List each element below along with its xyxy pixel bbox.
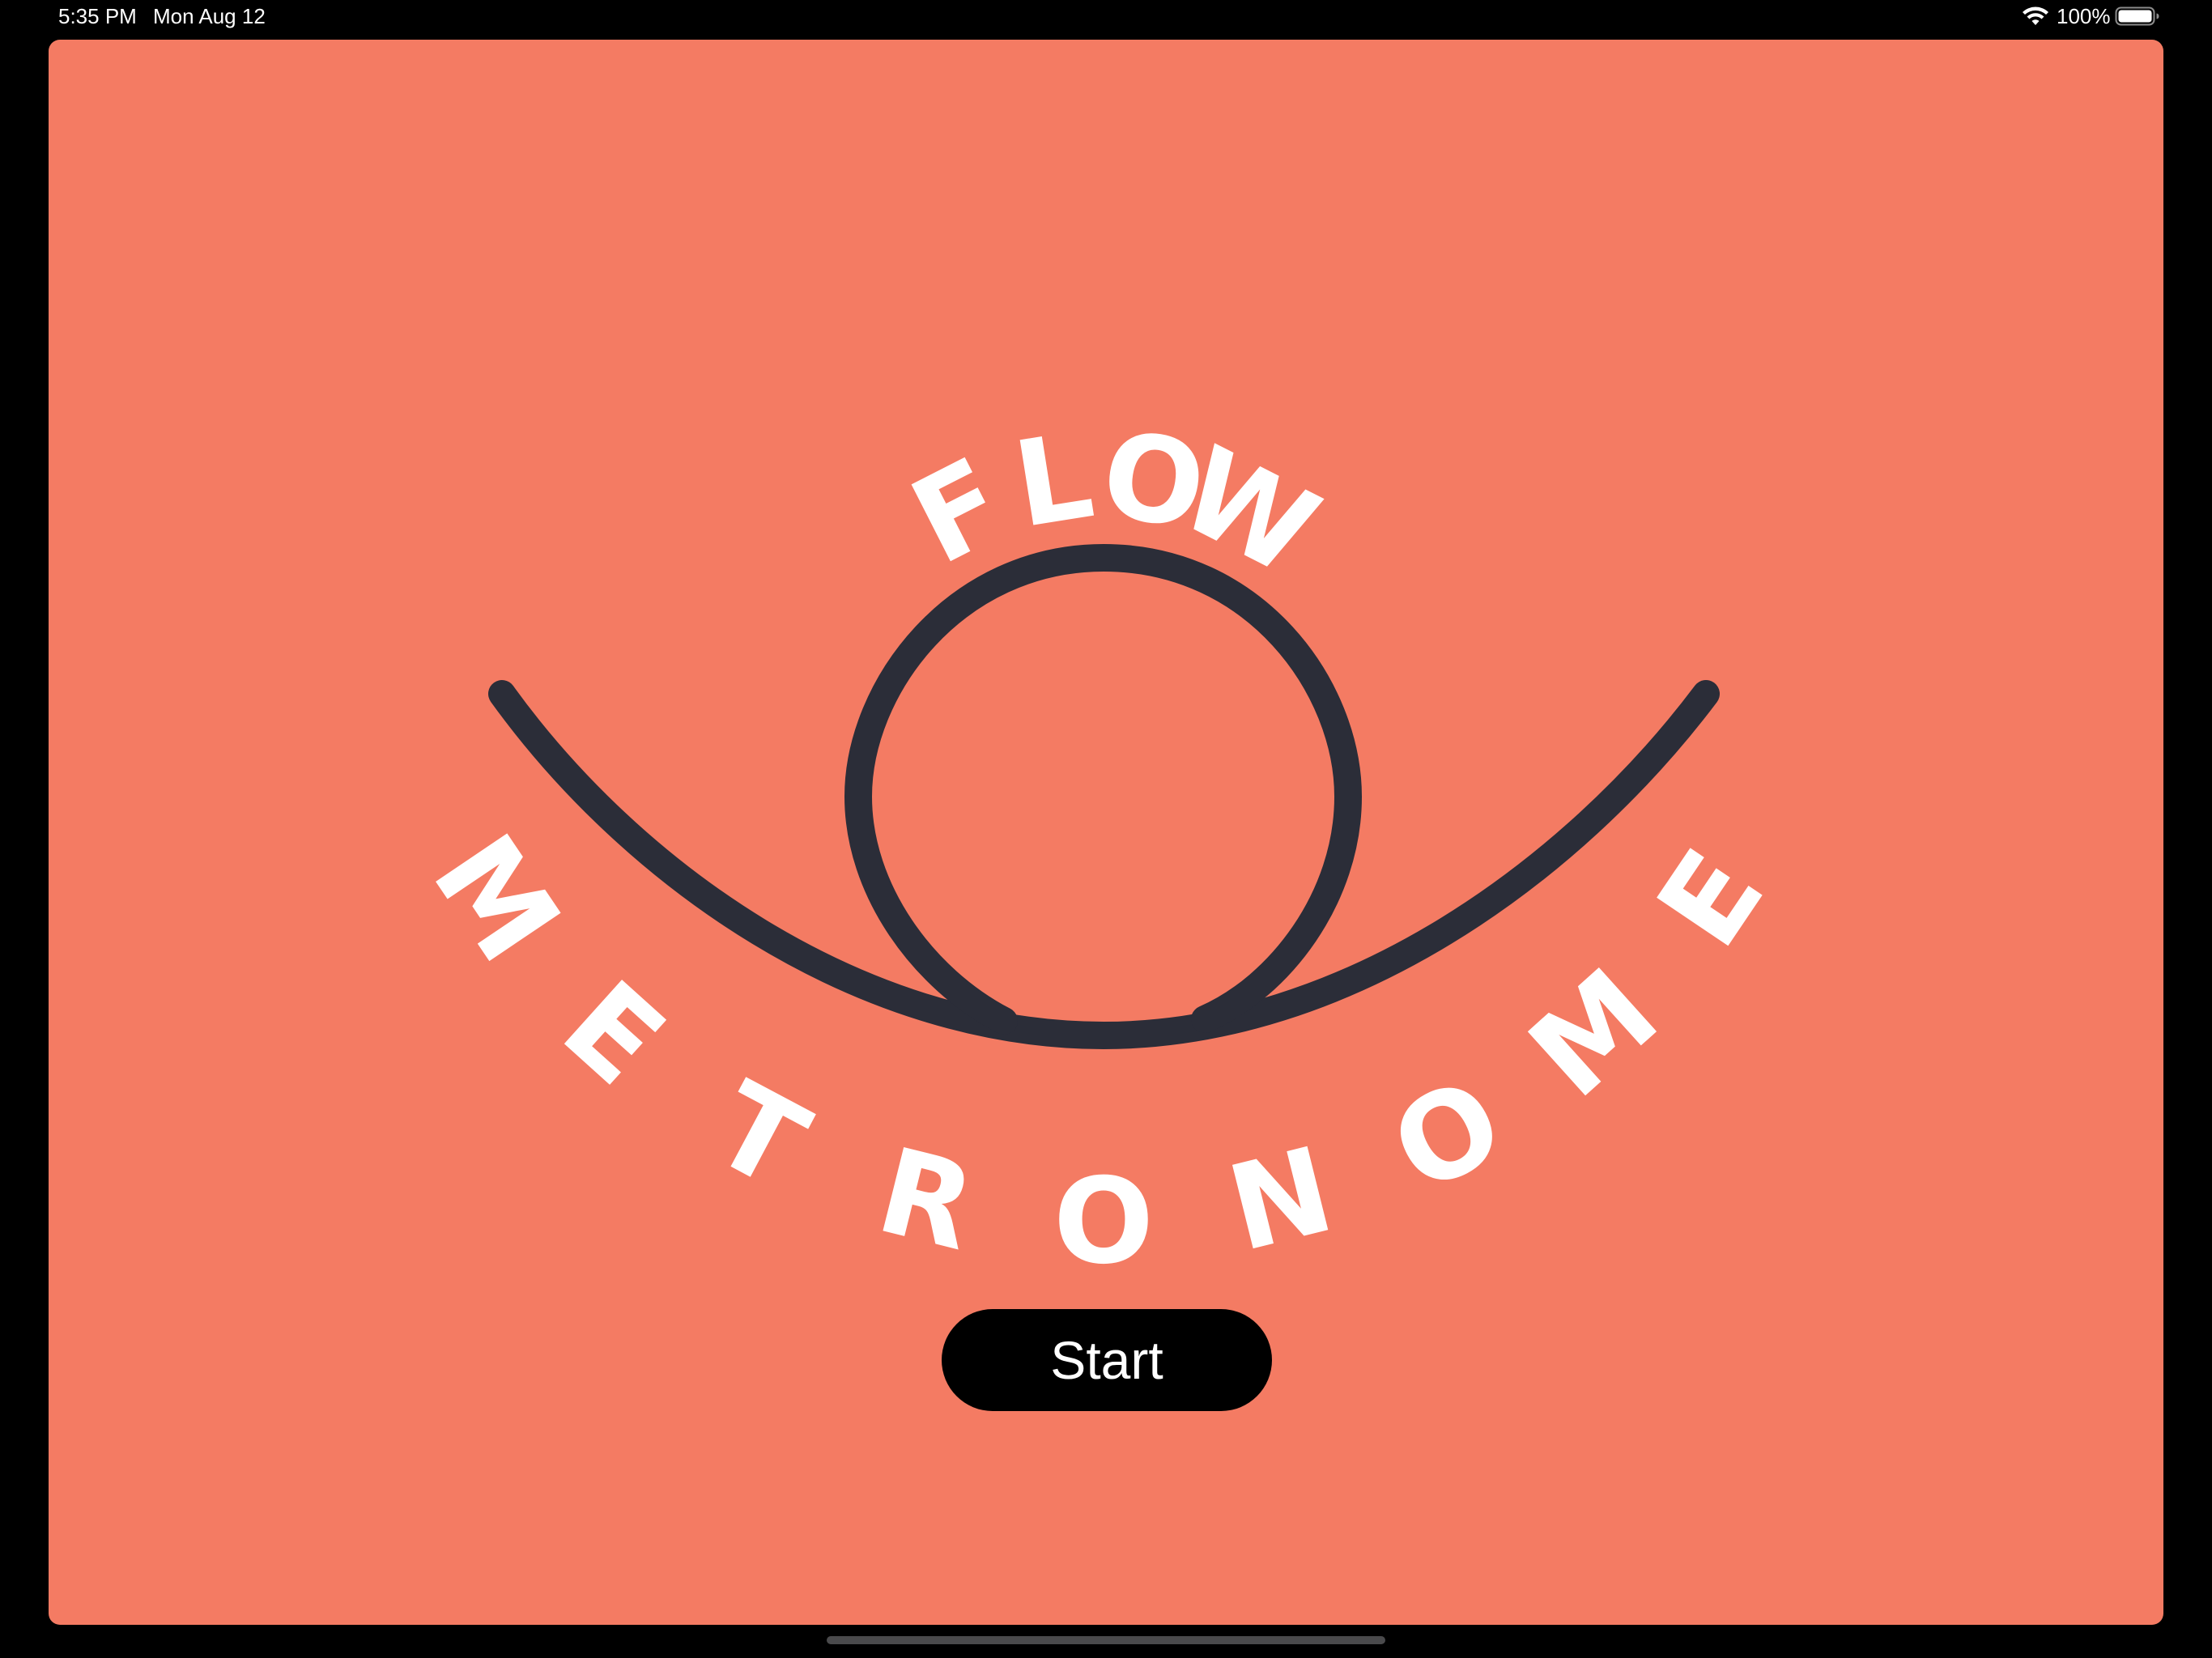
logo-loop-circle [844, 543, 1363, 1035]
logo-swoosh-curve [488, 680, 1720, 1050]
status-date: Mon Aug 12 [153, 4, 266, 28]
logo-bottom-word-letter: E [537, 955, 689, 1112]
logo-bottom-word-letter: E [1631, 827, 1791, 971]
battery-percentage: 100% [2057, 4, 2111, 28]
status-time: 5:35 PM [58, 4, 137, 28]
status-bar: 5:35 PM Mon Aug 12 100% [0, 0, 2212, 36]
logo-bottom-word-letter: O [1053, 1153, 1154, 1290]
logo-bottom-word-letter: M [406, 811, 586, 986]
wifi-icon [2023, 6, 2048, 25]
home-indicator[interactable] [827, 1636, 1385, 1644]
logo-bottom-word-letter: N [1216, 1121, 1346, 1279]
screen: 5:35 PM Mon Aug 12 100% FLOWMETRONOME St… [0, 0, 2212, 1658]
battery-icon [2115, 6, 2159, 26]
start-button[interactable]: Start [942, 1309, 1272, 1411]
app-card: FLOWMETRONOME Start [49, 40, 2163, 1625]
logo-top-word-letter: L [1006, 407, 1101, 555]
logo-bottom-word-letter: T [691, 1056, 827, 1216]
logo-bottom-word-letter: R [866, 1122, 987, 1278]
logo-bottom-word-letter: O [1371, 1052, 1524, 1220]
logo-bottom-word-letter: M [1504, 943, 1684, 1124]
